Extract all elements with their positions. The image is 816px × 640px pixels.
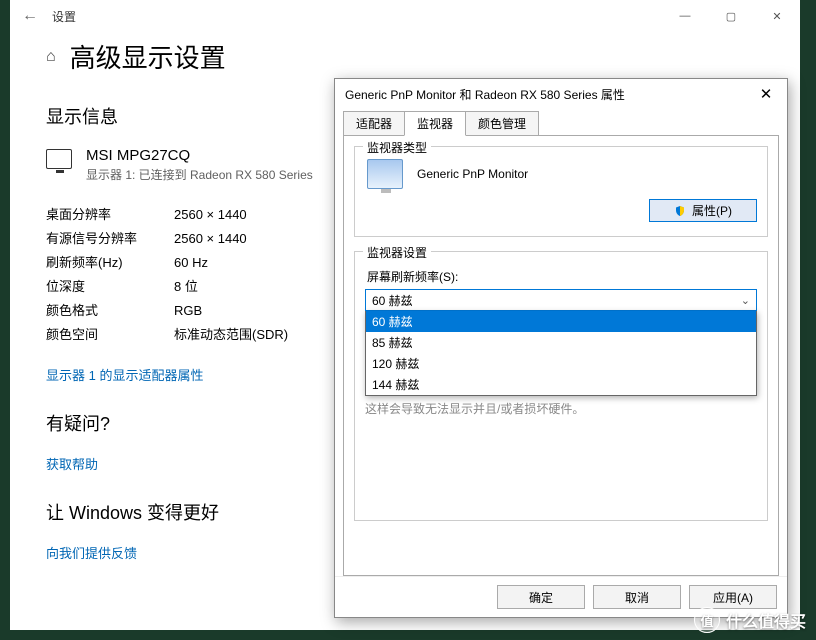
- monitor-device-name: Generic PnP Monitor: [417, 167, 528, 181]
- watermark-text: 什么值得买: [726, 608, 806, 632]
- uac-shield-icon: [674, 205, 686, 217]
- watermark: 值 什么值得买: [688, 604, 812, 636]
- dialog-titlebar: Generic PnP Monitor 和 Radeon RX 580 Seri…: [335, 79, 787, 109]
- monitor-name: MSI MPG27CQ: [86, 147, 313, 164]
- dialog-title-text: Generic PnP Monitor 和 Radeon RX 580 Seri…: [345, 86, 625, 103]
- home-icon[interactable]: ⌂: [46, 48, 56, 66]
- watermark-icon: 值: [694, 607, 720, 633]
- monitor-icon: [46, 149, 72, 169]
- titlebar: ← 设置 — ▢ ✕: [10, 0, 800, 32]
- dialog-tabs: 适配器 监视器 颜色管理: [335, 111, 787, 136]
- page-title: 高级显示设置: [70, 38, 226, 75]
- tab-adapter[interactable]: 适配器: [343, 111, 405, 136]
- refresh-rate-dropdown-list: 60 赫兹 85 赫兹 120 赫兹 144 赫兹: [365, 311, 757, 396]
- ok-button[interactable]: 确定: [497, 585, 585, 609]
- maximize-button[interactable]: ▢: [708, 0, 754, 32]
- refresh-rate-combobox[interactable]: 60 赫兹 ⌄: [365, 289, 757, 311]
- combo-option-85hz[interactable]: 85 赫兹: [366, 332, 756, 353]
- tab-color-management[interactable]: 颜色管理: [465, 111, 539, 136]
- legend-monitor-type: 监视器类型: [363, 139, 431, 156]
- refresh-rate-label: 屏幕刷新频率(S):: [367, 268, 757, 285]
- tab-body-monitor: 监视器类型 Generic PnP Monitor 属性(P) 监视器设置 屏幕…: [343, 135, 779, 576]
- back-icon[interactable]: ←: [20, 7, 40, 25]
- minimize-button[interactable]: —: [662, 0, 708, 32]
- combo-option-144hz[interactable]: 144 赫兹: [366, 374, 756, 395]
- chevron-down-icon: ⌄: [741, 294, 750, 307]
- close-button[interactable]: ✕: [754, 0, 800, 32]
- combo-selected-value: 60 赫兹: [372, 292, 413, 309]
- cancel-button[interactable]: 取消: [593, 585, 681, 609]
- monitor-properties-dialog: Generic PnP Monitor 和 Radeon RX 580 Seri…: [334, 78, 788, 618]
- hidden-modes-note: 这样会导致无法显示并且/或者损坏硬件。: [365, 400, 757, 417]
- monitor-device-icon: [367, 159, 403, 189]
- window-title: 设置: [52, 8, 76, 25]
- properties-button[interactable]: 属性(P): [649, 199, 757, 222]
- fieldset-monitor-settings: 监视器设置 屏幕刷新频率(S): 60 赫兹 ⌄ 60 赫兹 85 赫兹 120…: [354, 251, 768, 521]
- dialog-close-button[interactable]: ✕: [751, 85, 781, 103]
- legend-monitor-settings: 监视器设置: [363, 244, 431, 261]
- fieldset-monitor-type: 监视器类型 Generic PnP Monitor 属性(P): [354, 146, 768, 237]
- combo-option-60hz[interactable]: 60 赫兹: [366, 311, 756, 332]
- combo-option-120hz[interactable]: 120 赫兹: [366, 353, 756, 374]
- tab-monitor[interactable]: 监视器: [404, 111, 466, 136]
- monitor-sub: 显示器 1: 已连接到 Radeon RX 580 Series: [86, 166, 313, 183]
